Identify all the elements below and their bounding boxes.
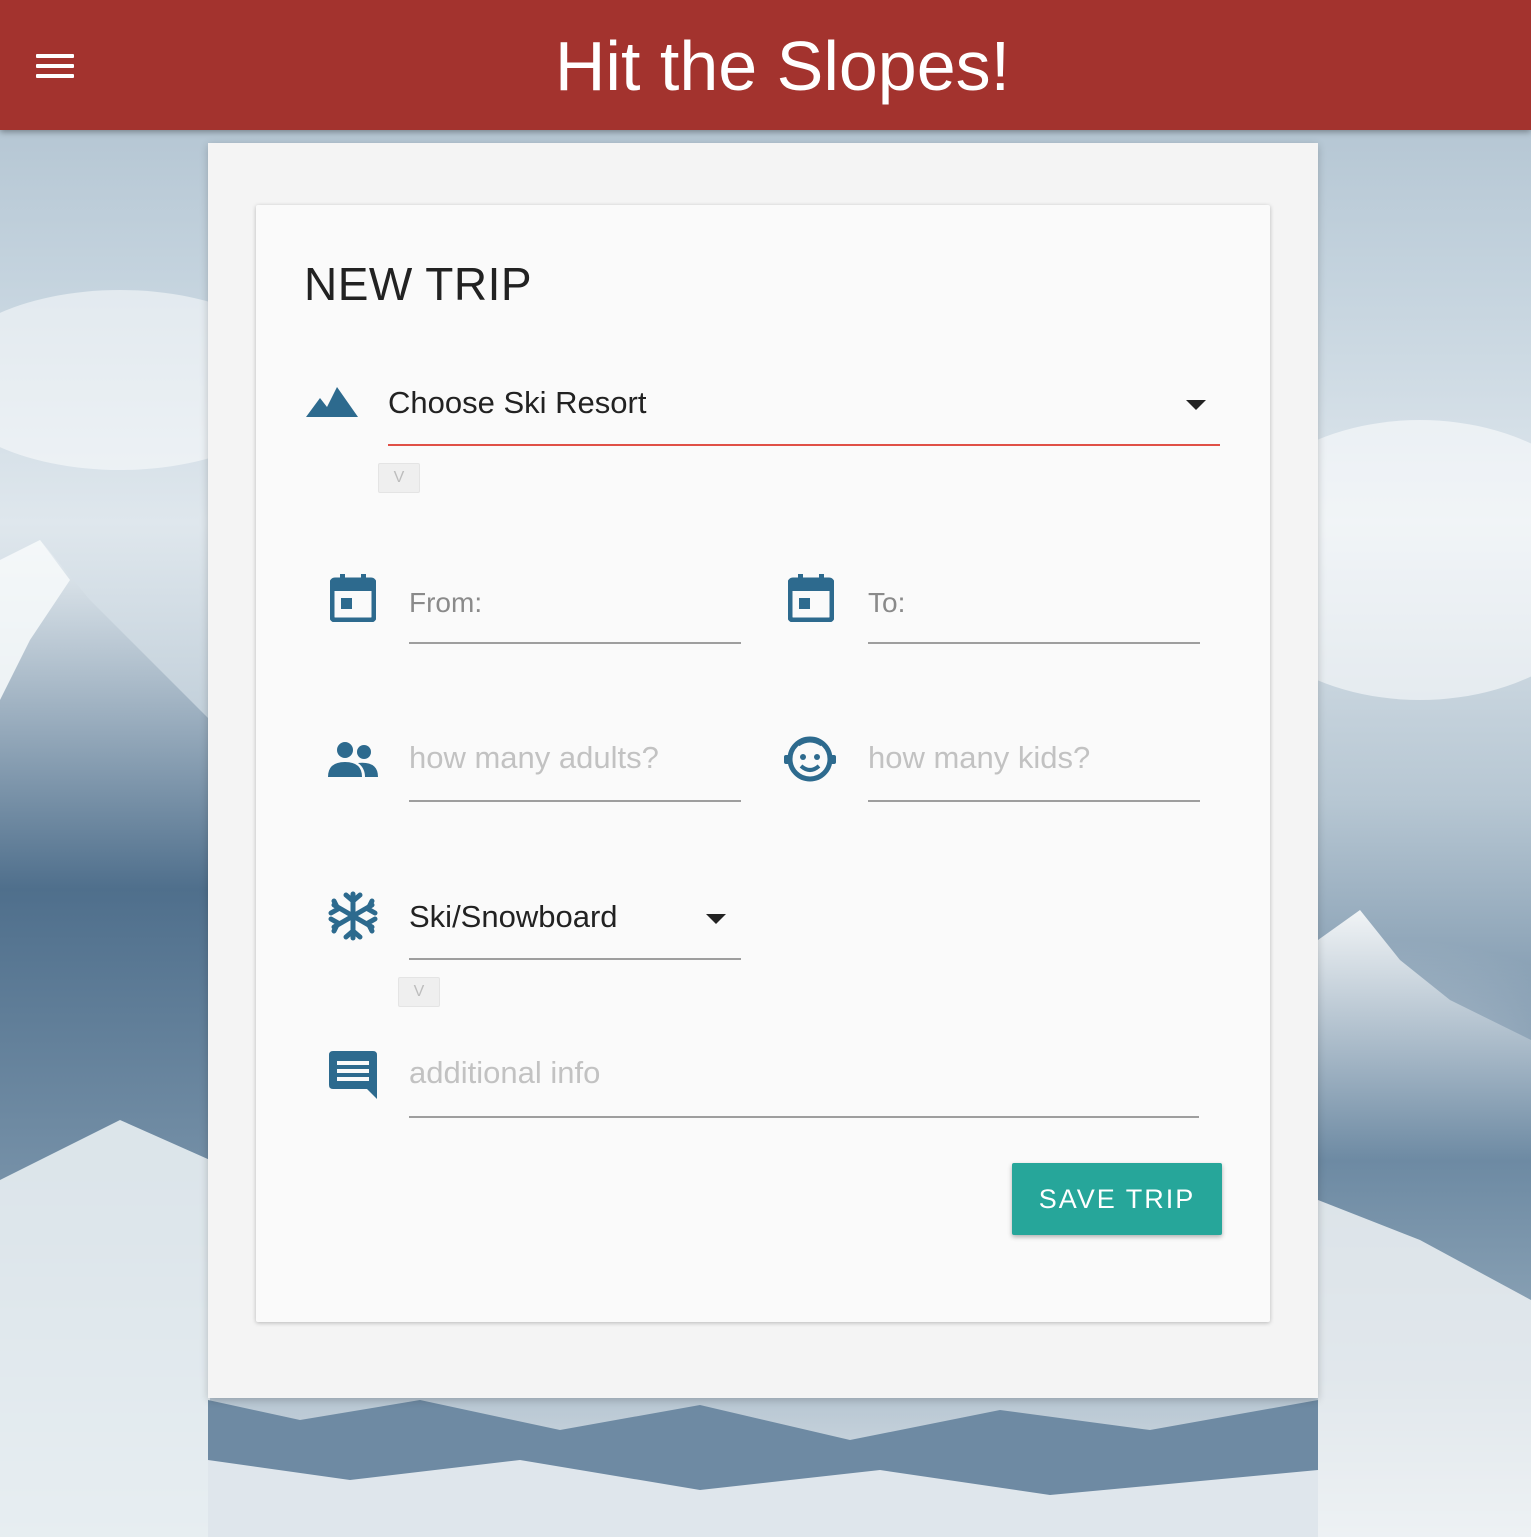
kids-input[interactable] <box>868 736 1198 780</box>
chevron-down-icon[interactable] <box>706 914 726 924</box>
people-icon <box>328 741 378 777</box>
to-underline <box>868 642 1200 644</box>
kids-underline <box>868 800 1200 802</box>
new-trip-card: NEW TRIP Choose Ski Resort V From: To: h… <box>256 205 1270 1322</box>
additional-info-underline <box>409 1116 1199 1118</box>
app-bar: Hit the Slopes! <box>0 0 1531 130</box>
form-title: NEW TRIP <box>304 258 533 310</box>
activity-select-value: Ski/Snowboard <box>409 899 618 934</box>
ski-resort-underline <box>388 444 1220 446</box>
from-underline <box>409 642 741 644</box>
child-face-icon <box>784 736 836 782</box>
terrain-icon <box>306 387 358 417</box>
calendar-icon <box>330 574 376 622</box>
calendar-icon <box>788 574 834 622</box>
ski-resort-select[interactable]: Choose Ski Resort <box>388 385 646 421</box>
activity-underline <box>409 958 741 960</box>
resort-dropdown-toggle[interactable]: V <box>378 463 420 493</box>
save-trip-button[interactable]: SAVE TRIP <box>1012 1163 1222 1235</box>
adults-underline <box>409 800 741 802</box>
additional-info-input[interactable] <box>409 1051 1197 1095</box>
activity-select[interactable]: Ski/Snowboard <box>409 899 618 935</box>
ski-resort-select-value: Choose Ski Resort <box>388 385 647 420</box>
chevron-down-icon[interactable] <box>1186 400 1206 410</box>
content-panel: NEW TRIP Choose Ski Resort V From: To: h… <box>208 143 1318 1398</box>
snowflake-icon <box>328 891 378 941</box>
adults-input[interactable] <box>409 736 739 780</box>
app-title: Hit the Slopes! <box>554 27 1011 105</box>
activity-dropdown-toggle[interactable]: V <box>398 977 440 1007</box>
comment-icon <box>329 1051 377 1099</box>
